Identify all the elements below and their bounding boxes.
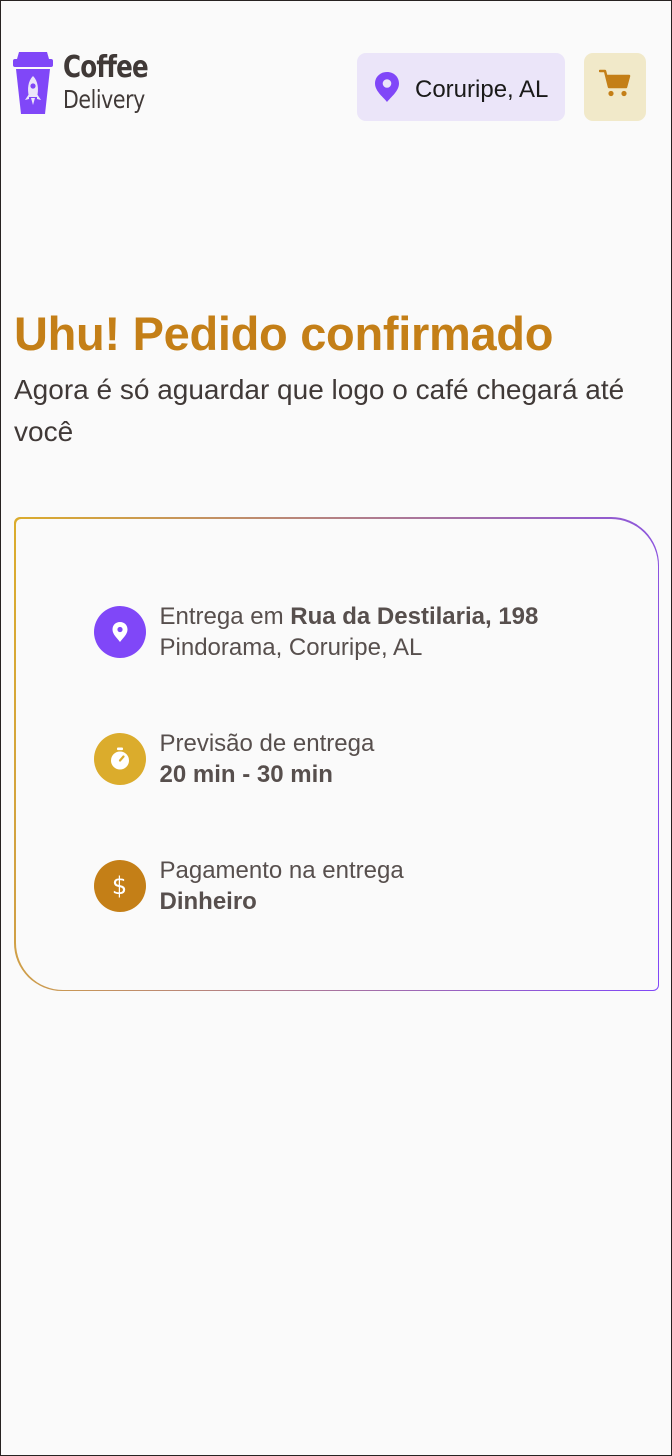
order-info-card: Entrega em Rua da Destilaria, 198 Pindor…: [14, 517, 659, 991]
header: Coffee Delivery Coruripe, AL: [1, 1, 671, 151]
brand-name-line1: Coffee: [63, 50, 149, 85]
delivery-address-line1: Entrega em Rua da Destilaria, 198: [160, 601, 539, 632]
payment-value: Dinheiro: [159, 887, 257, 915]
timer-icon: [110, 747, 129, 769]
delivery-estimate-row: Previsão de entrega 20 min - 30 min: [93, 728, 375, 790]
page-title: Uhu! Pedido confirmado: [14, 307, 554, 360]
delivery-street: Rua da Destilaria, 198: [290, 602, 539, 630]
delivery-estimate-badge: [93, 732, 146, 785]
location-label: Coruripe, AL: [415, 76, 549, 103]
location-button[interactable]: Coruripe, AL: [357, 53, 565, 121]
payment-badge: $: [93, 859, 146, 912]
delivery-estimate-label: Previsão de entrega: [159, 729, 375, 757]
delivery-address-row: Entrega em Rua da Destilaria, 198 Pindor…: [93, 601, 539, 663]
brand-logo[interactable]: Coffee Delivery: [13, 52, 166, 114]
cart-button[interactable]: [584, 53, 646, 121]
delivery-address-badge: [93, 605, 146, 658]
map-pin-icon: [112, 621, 127, 642]
delivery-estimate-value: 20 min - 30 min: [159, 760, 333, 788]
rocket-cup-logo-icon: [13, 52, 53, 114]
map-pin-icon: [375, 72, 399, 102]
currency-dollar-icon: $: [111, 871, 128, 900]
payment-label: Pagamento na entrega: [159, 856, 404, 884]
delivery-prefix: Entrega em: [159, 602, 291, 630]
delivery-city: Pindorama, Coruripe, AL: [159, 633, 423, 661]
shopping-cart-icon: [599, 69, 631, 97]
brand-name-line2: Delivery: [63, 85, 145, 114]
payment-row: $ Pagamento na entrega Dinheiro: [93, 855, 404, 917]
page-subtitle: Agora é só aguardar que logo o café cheg…: [14, 374, 625, 447]
